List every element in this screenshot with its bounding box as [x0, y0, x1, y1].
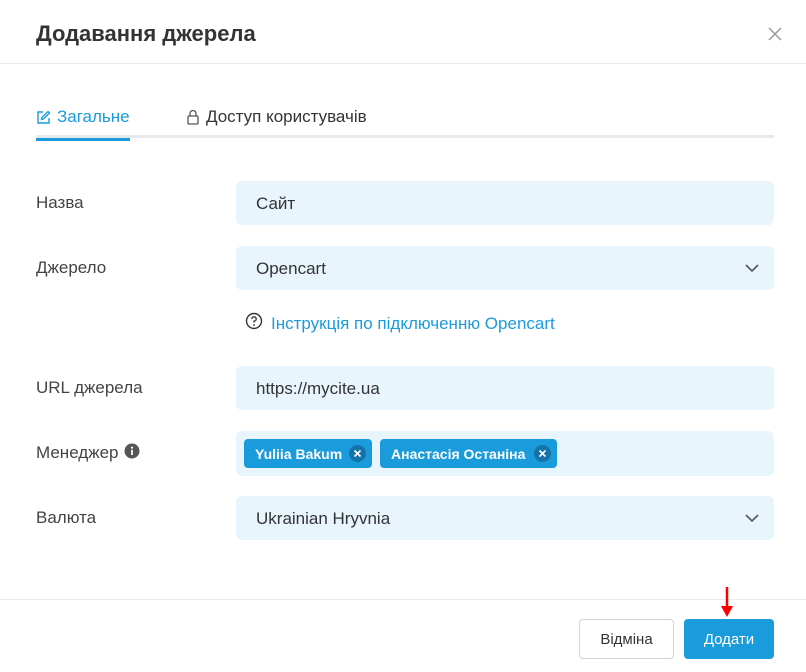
- manager-tag: Yuliia Bakum: [244, 439, 372, 468]
- remove-tag-icon[interactable]: [349, 445, 366, 462]
- chevron-down-icon: [744, 261, 760, 280]
- manager-tag-label: Анастасія Останіна: [391, 445, 526, 462]
- currency-label: Валюта: [36, 508, 97, 527]
- dialog-header: Додавання джерела: [0, 0, 806, 64]
- red-arrow-annotation-icon: [719, 586, 735, 625]
- help-link-text: Інструкція по підключенню Opencart: [271, 313, 555, 333]
- close-icon[interactable]: [766, 25, 784, 43]
- name-label: Назва: [36, 193, 84, 212]
- name-input-value: Сайт: [256, 194, 296, 213]
- tab-user-access-label: Доступ користувачів: [206, 107, 367, 126]
- tab-bar: Загальне Доступ користувачів: [36, 96, 774, 141]
- currency-select-value: Ukrainian Hryvnia: [256, 509, 391, 528]
- remove-tag-icon[interactable]: [534, 445, 551, 462]
- manager-tag: Анастасія Останіна: [380, 439, 557, 468]
- question-circle-icon: [245, 312, 263, 335]
- tab-general-label: Загальне: [57, 107, 130, 126]
- url-label: URL джерела: [36, 378, 143, 397]
- name-input[interactable]: Сайт: [236, 181, 774, 225]
- manager-label-text: Менеджер: [36, 443, 119, 462]
- chevron-down-icon: [744, 511, 760, 530]
- dialog-title: Додавання джерела: [36, 21, 256, 46]
- cancel-button[interactable]: Відміна: [579, 619, 674, 659]
- lock-icon: [186, 109, 200, 125]
- url-input[interactable]: https://mycite.ua: [236, 366, 774, 410]
- manager-multiselect[interactable]: Yuliia Bakum Анастасія Останіна: [236, 431, 774, 476]
- tab-general[interactable]: Загальне: [36, 96, 130, 141]
- opencart-instructions-link[interactable]: Інструкція по підключенню Opencart: [245, 312, 555, 335]
- source-select-value: Opencart: [256, 259, 326, 278]
- url-input-value: https://mycite.ua: [256, 379, 380, 398]
- manager-label: Менеджер: [36, 443, 140, 464]
- add-button[interactable]: Додати: [684, 619, 774, 659]
- manager-tag-label: Yuliia Bakum: [255, 445, 343, 462]
- tab-user-access[interactable]: Доступ користувачів: [186, 96, 367, 138]
- add-source-dialog: Додавання джерела Загальне Доступ корист…: [0, 0, 806, 672]
- info-icon[interactable]: [124, 443, 140, 464]
- currency-select[interactable]: Ukrainian Hryvnia: [236, 496, 774, 540]
- source-select[interactable]: Opencart: [236, 246, 774, 290]
- edit-icon: [36, 110, 51, 125]
- source-label: Джерело: [36, 258, 107, 277]
